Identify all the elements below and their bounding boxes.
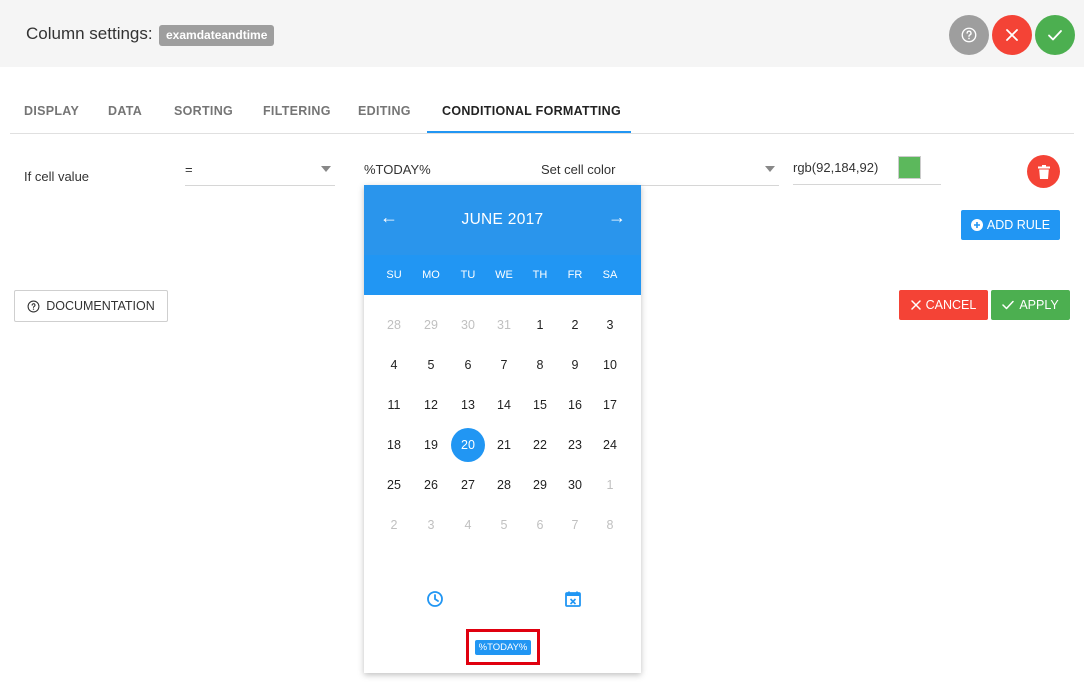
calendar-day[interactable]: 12 bbox=[414, 388, 448, 422]
calendar-day[interactable]: 31 bbox=[487, 308, 521, 342]
calendar-day[interactable]: 3 bbox=[593, 308, 627, 342]
apply-label: APPLY bbox=[1019, 298, 1059, 312]
calendar-day[interactable]: 18 bbox=[377, 428, 411, 462]
calendar-day[interactable]: 7 bbox=[558, 508, 592, 542]
calendar-day[interactable]: 17 bbox=[593, 388, 627, 422]
settings-tabs: DISPLAY DATA SORTING FILTERING EDITING C… bbox=[10, 92, 1074, 134]
calendar-day[interactable]: 6 bbox=[523, 508, 557, 542]
check-icon bbox=[1048, 30, 1062, 41]
calendar-day[interactable]: 22 bbox=[523, 428, 557, 462]
calendar-day[interactable]: 27 bbox=[451, 468, 485, 502]
calendar-day[interactable]: 1 bbox=[593, 468, 627, 502]
documentation-label: DOCUMENTATION bbox=[46, 299, 155, 313]
calendar-day[interactable]: 2 bbox=[558, 308, 592, 342]
help-button[interactable] bbox=[949, 15, 989, 55]
trash-icon bbox=[1037, 164, 1050, 179]
next-month-button[interactable]: → bbox=[608, 207, 626, 228]
calendar-day[interactable]: 24 bbox=[593, 428, 627, 462]
tab-data[interactable]: DATA bbox=[108, 104, 142, 118]
chevron-down-icon bbox=[765, 166, 775, 172]
rule-value-input[interactable]: %TODAY% bbox=[364, 160, 512, 186]
chevron-down-icon bbox=[321, 166, 331, 172]
tab-conditional-formatting[interactable]: CONDITIONAL FORMATTING bbox=[442, 104, 621, 118]
action-value: Set cell color bbox=[541, 162, 616, 177]
operator-select[interactable]: = bbox=[185, 160, 335, 186]
weekday-label: TU bbox=[460, 269, 476, 281]
confirm-button[interactable] bbox=[1035, 15, 1075, 55]
calendar-day[interactable]: 1 bbox=[523, 308, 557, 342]
weekday-label: FR bbox=[567, 269, 583, 281]
calendar-day[interactable]: 6 bbox=[451, 348, 485, 382]
close-icon bbox=[1006, 29, 1018, 41]
clock-icon[interactable] bbox=[425, 589, 445, 609]
calendar-day[interactable]: 29 bbox=[414, 308, 448, 342]
cancel-label: CANCEL bbox=[925, 298, 977, 312]
calendar-day[interactable]: 16 bbox=[558, 388, 592, 422]
help-icon bbox=[27, 300, 40, 312]
operator-value: = bbox=[185, 162, 193, 177]
weekday-label: SA bbox=[602, 269, 618, 281]
cancel-button[interactable]: CANCEL bbox=[899, 290, 988, 320]
date-picker-header: ← JUNE 2017 → SU MO TU WE TH FR SA bbox=[364, 185, 641, 295]
calendar-day[interactable]: 8 bbox=[593, 508, 627, 542]
close-icon bbox=[910, 300, 921, 310]
active-tab-indicator bbox=[427, 131, 631, 133]
calendar-day[interactable]: 20 bbox=[451, 428, 485, 462]
calendar-day[interactable]: 30 bbox=[451, 308, 485, 342]
calendar-day[interactable]: 28 bbox=[487, 468, 521, 502]
calendar-clear-icon[interactable] bbox=[563, 589, 583, 609]
help-icon bbox=[961, 27, 977, 43]
modal-header: Column settings: examdateandtime bbox=[0, 0, 1084, 67]
calendar-day[interactable]: 26 bbox=[414, 468, 448, 502]
delete-rule-button[interactable] bbox=[1027, 155, 1060, 188]
calendar-day[interactable]: 4 bbox=[451, 508, 485, 542]
calendar-day[interactable]: 10 bbox=[593, 348, 627, 382]
calendar-day[interactable]: 4 bbox=[377, 348, 411, 382]
weekday-label: MO bbox=[422, 269, 440, 281]
calendar-day[interactable]: 3 bbox=[414, 508, 448, 542]
weekday-label: TH bbox=[532, 269, 548, 281]
calendar-day[interactable]: 29 bbox=[523, 468, 557, 502]
plus-circle-icon bbox=[970, 219, 983, 231]
month-label: JUNE 2017 bbox=[461, 211, 544, 228]
add-rule-button[interactable]: ADD RULE bbox=[961, 210, 1060, 240]
rule-condition-label: If cell value bbox=[24, 169, 90, 184]
calendar-day[interactable]: 15 bbox=[523, 388, 557, 422]
color-swatch[interactable] bbox=[898, 156, 921, 179]
date-picker: ← JUNE 2017 → SU MO TU WE TH FR SA 28 29 30 31 1 2 3… bbox=[364, 185, 641, 673]
calendar-day[interactable]: 30 bbox=[558, 468, 592, 502]
calendar-day[interactable]: 11 bbox=[377, 388, 411, 422]
tab-sorting[interactable]: SORTING bbox=[174, 104, 233, 118]
calendar-day[interactable]: 5 bbox=[487, 508, 521, 542]
rule-value-text: %TODAY% bbox=[364, 162, 431, 177]
calendar-day[interactable]: 8 bbox=[523, 348, 557, 382]
today-button[interactable]: %TODAY% bbox=[474, 639, 532, 655]
tab-editing[interactable]: EDITING bbox=[358, 104, 411, 118]
calendar-day[interactable]: 25 bbox=[377, 468, 411, 502]
check-icon bbox=[1002, 300, 1015, 310]
weekday-label: WE bbox=[495, 269, 513, 281]
tab-display[interactable]: DISPLAY bbox=[24, 104, 79, 118]
calendar-day[interactable]: 5 bbox=[414, 348, 448, 382]
calendar-day[interactable]: 2 bbox=[377, 508, 411, 542]
calendar-day[interactable]: 9 bbox=[558, 348, 592, 382]
tab-filtering[interactable]: FILTERING bbox=[263, 104, 331, 118]
calendar-day[interactable]: 28 bbox=[377, 308, 411, 342]
calendar-day[interactable]: 21 bbox=[487, 428, 521, 462]
page-title: Column settings: bbox=[26, 24, 153, 43]
calendar-day[interactable]: 7 bbox=[487, 348, 521, 382]
calendar-day[interactable]: 23 bbox=[558, 428, 592, 462]
action-select[interactable]: Set cell color bbox=[541, 160, 779, 186]
calendar-day[interactable]: 13 bbox=[451, 388, 485, 422]
documentation-button[interactable]: DOCUMENTATION bbox=[14, 290, 168, 322]
column-name-badge: examdateandtime bbox=[159, 25, 275, 46]
close-button[interactable] bbox=[992, 15, 1032, 55]
add-rule-label: ADD RULE bbox=[986, 218, 1051, 232]
calendar-day[interactable]: 14 bbox=[487, 388, 521, 422]
apply-button[interactable]: APPLY bbox=[991, 290, 1070, 320]
today-button-highlight: %TODAY% bbox=[466, 629, 540, 665]
color-value: rgb(92,184,92) bbox=[793, 160, 879, 175]
calendar-day[interactable]: 19 bbox=[414, 428, 448, 462]
weekday-label: SU bbox=[386, 269, 402, 281]
